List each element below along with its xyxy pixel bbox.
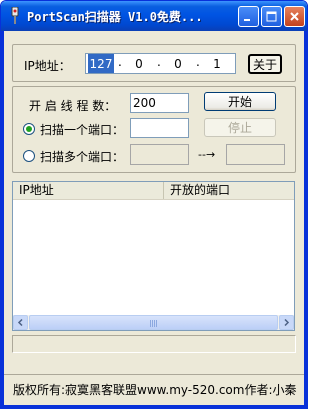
app-window: PortScan扫描器 V1.0免费... IP地址： 127 . 0 . 0 … xyxy=(0,0,308,409)
stop-button[interactable]: 停止 xyxy=(204,118,276,137)
single-port-label[interactable]: 扫描一个端口： xyxy=(40,121,124,138)
horizontal-scrollbar[interactable] xyxy=(13,315,294,330)
progress-bar xyxy=(12,335,296,353)
scroll-grip-icon xyxy=(149,320,158,327)
close-button[interactable] xyxy=(284,6,305,27)
ip-dot-separator: . xyxy=(118,55,122,69)
minimize-icon xyxy=(244,19,250,21)
ip-octet-2[interactable]: 0 xyxy=(126,54,152,73)
status-text: 版权所有:寂寞黑客联盟www.my-520.com作者:小秦 xyxy=(13,383,297,397)
threads-input[interactable]: 200 xyxy=(130,93,189,113)
window-frame-right xyxy=(304,31,307,408)
ip-dot-separator: . xyxy=(157,55,161,69)
window-frame-bottom xyxy=(1,405,307,408)
about-button[interactable]: 关于 xyxy=(248,54,282,74)
ip-label: IP地址： xyxy=(24,59,71,73)
multi-port-label[interactable]: 扫描多个端口： xyxy=(40,148,124,165)
ip-octet-3[interactable]: 0 xyxy=(165,54,191,73)
scroll-left-button[interactable] xyxy=(13,315,28,330)
ip-octet-4[interactable]: 1 xyxy=(204,54,230,73)
threads-value: 200 xyxy=(133,96,156,110)
range-end-input[interactable] xyxy=(226,144,285,165)
status-bar: 版权所有:寂寞黑客联盟www.my-520.com作者:小秦 xyxy=(4,374,304,402)
scan-options-group: 开 启 线 程 数： 200 开始 扫描一个端口： 停止 扫描多个端口： --→ xyxy=(12,86,296,173)
start-button[interactable]: 开始 xyxy=(204,92,276,111)
column-header-open-ports[interactable]: 开放的端口 xyxy=(164,182,294,199)
single-port-input[interactable] xyxy=(130,118,189,138)
radio-selected-dot xyxy=(26,126,32,132)
ip-dot-separator: . xyxy=(196,55,200,69)
scroll-thumb[interactable] xyxy=(29,315,278,330)
scanner-app-icon xyxy=(11,7,19,24)
window-title: PortScan扫描器 V1.0免费... xyxy=(27,10,203,24)
close-icon xyxy=(290,12,299,21)
multi-port-radio[interactable] xyxy=(23,150,35,162)
chevron-left-icon xyxy=(17,319,23,326)
range-start-input[interactable] xyxy=(130,144,189,165)
range-arrow: --→ xyxy=(198,148,216,161)
maximize-icon xyxy=(266,11,277,22)
results-list[interactable]: IP地址 开放的端口 xyxy=(12,181,295,331)
window-frame-left xyxy=(1,31,4,408)
minimize-button[interactable] xyxy=(238,6,259,27)
single-port-radio[interactable] xyxy=(23,123,35,135)
threads-label: 开 启 线 程 数： xyxy=(29,99,117,113)
scroll-right-button[interactable] xyxy=(279,315,294,330)
ip-group: IP地址： 127 . 0 . 0 . 1 关于 xyxy=(12,44,296,82)
ip-octet-1[interactable]: 127 xyxy=(88,54,114,73)
column-header-ip[interactable]: IP地址 xyxy=(13,182,164,199)
title-bar[interactable]: PortScan扫描器 V1.0免费... xyxy=(1,1,307,31)
chevron-right-icon xyxy=(284,319,290,326)
results-list-header: IP地址 开放的端口 xyxy=(13,182,294,200)
ip-address-field[interactable]: 127 . 0 . 0 . 1 xyxy=(85,53,236,74)
maximize-button[interactable] xyxy=(261,6,282,27)
